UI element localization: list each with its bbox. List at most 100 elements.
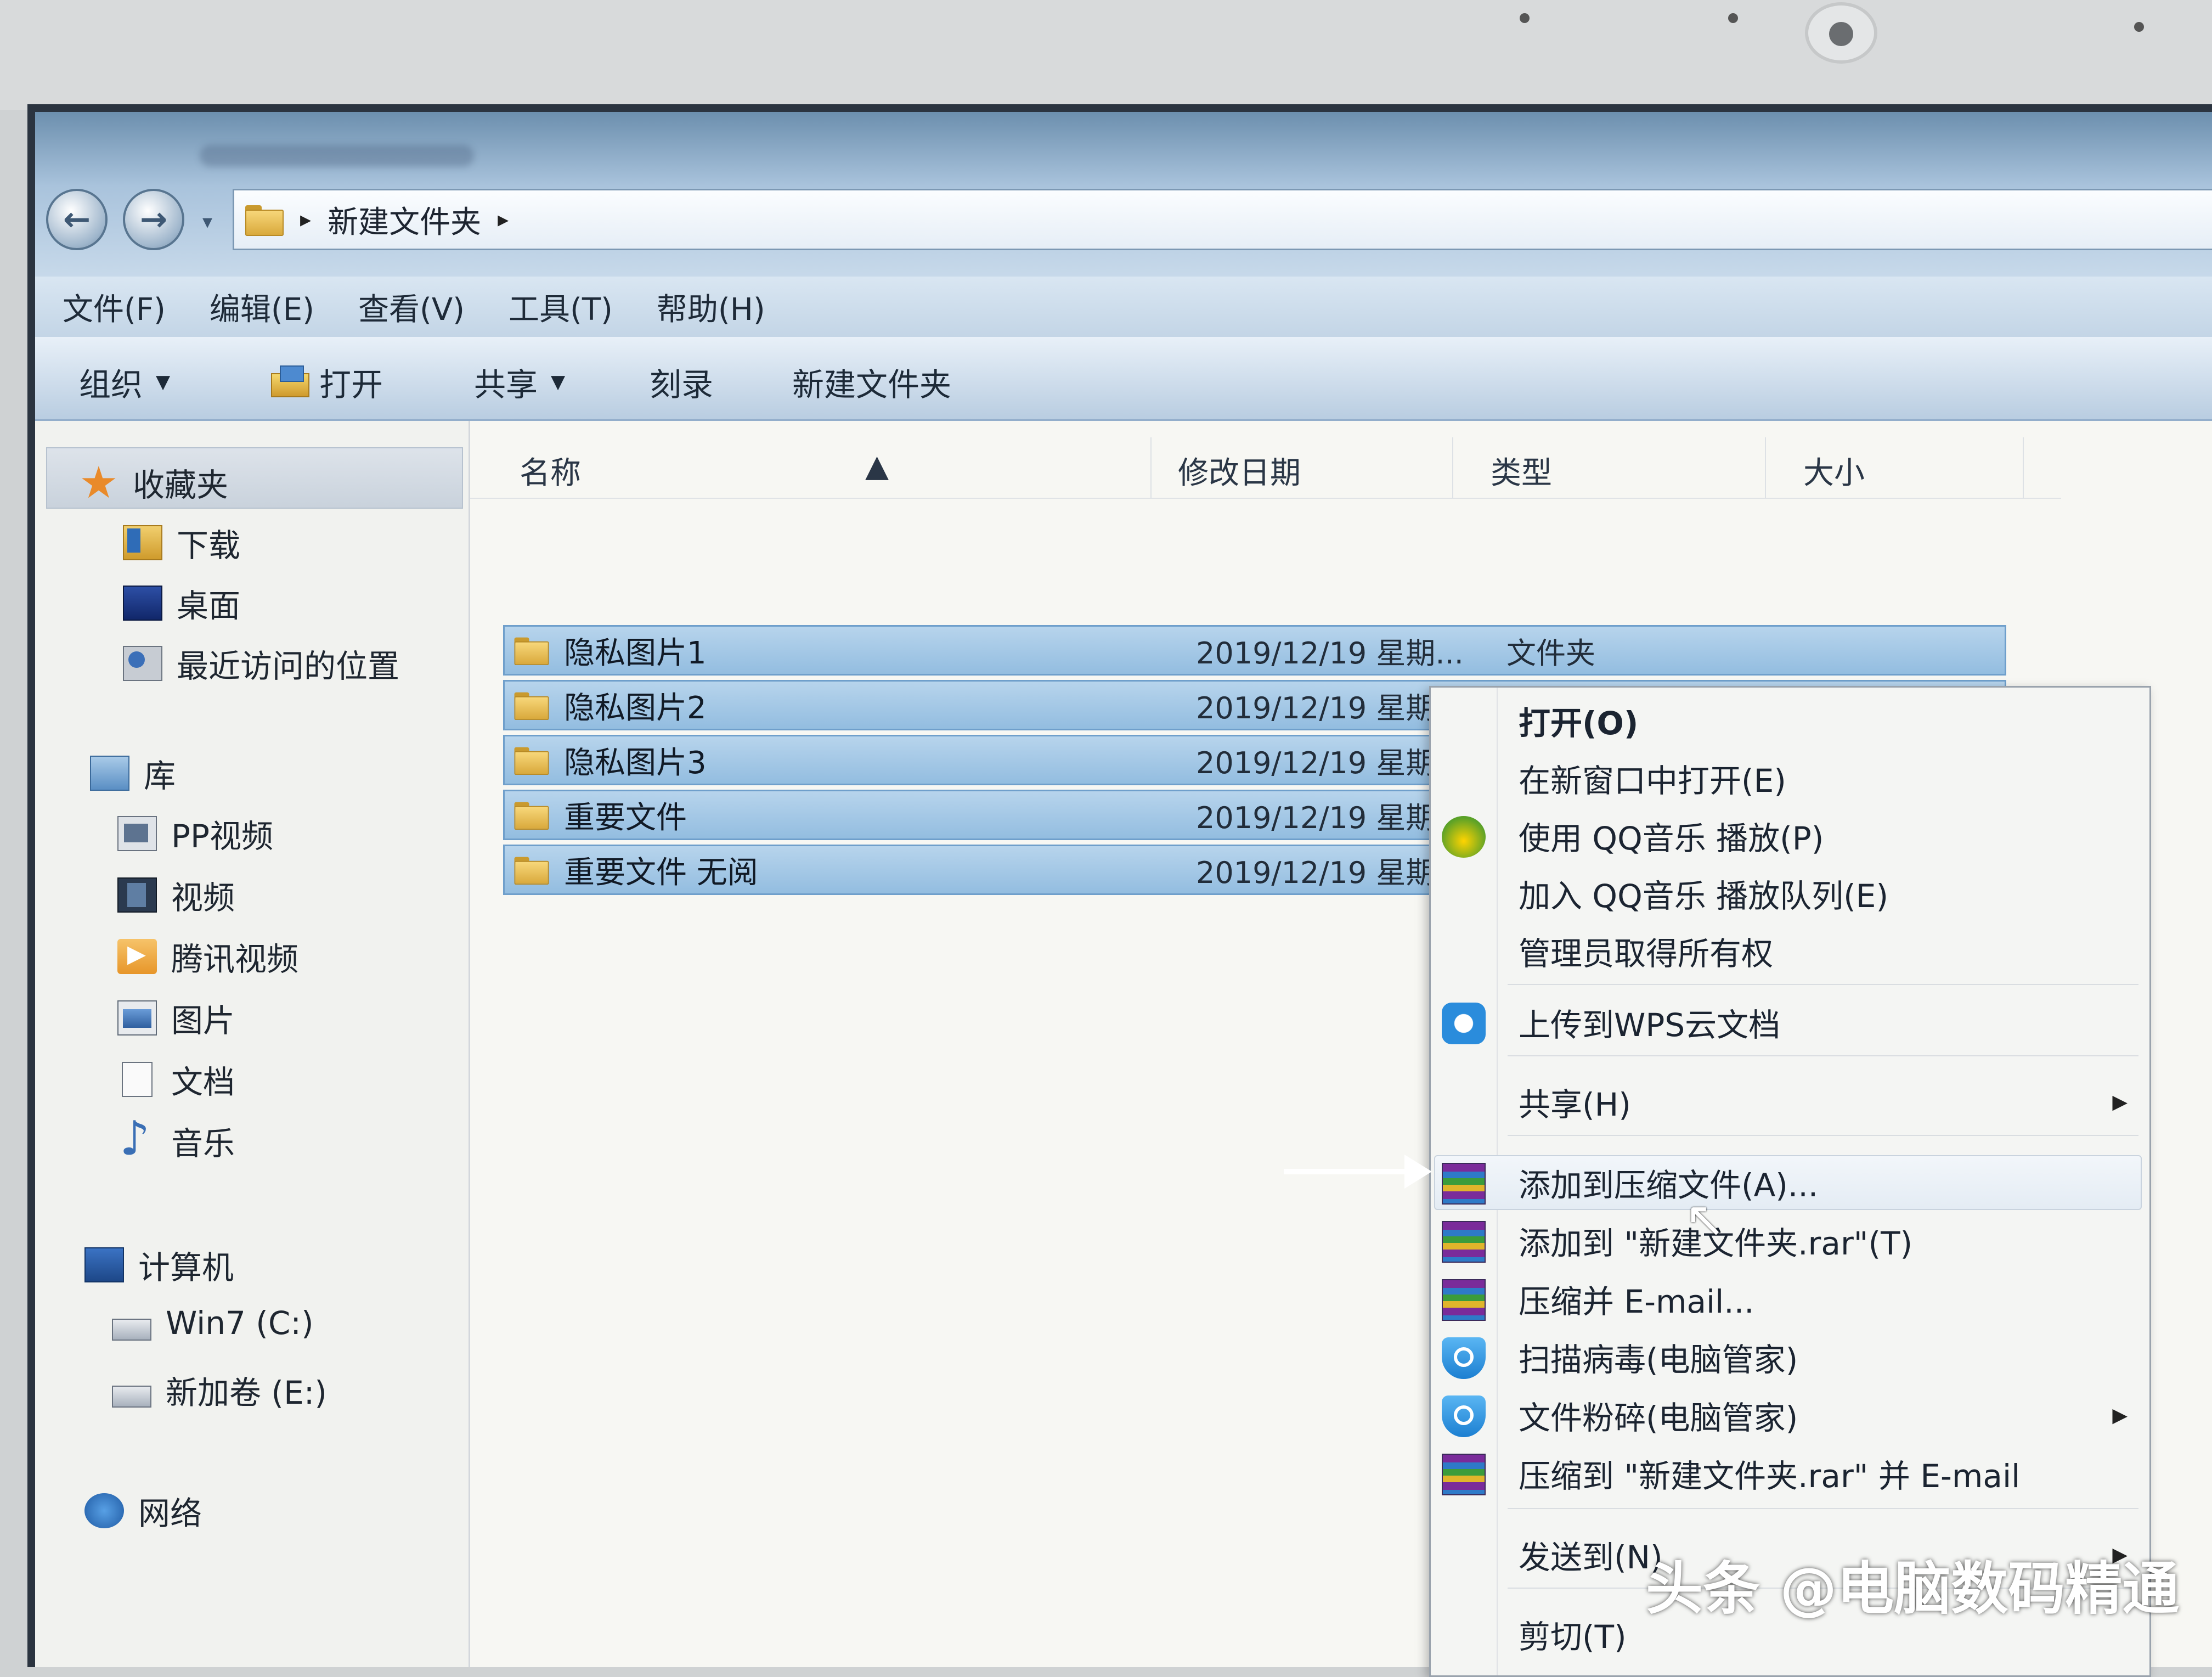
menu-item-qq-music-play[interactable]: 使用 QQ音乐 播放(P) bbox=[1431, 808, 2149, 863]
sidebar-item-drive-e[interactable]: 新加卷 (E:) bbox=[112, 1367, 327, 1413]
sidebar-favorites[interactable]: 收藏夹 bbox=[79, 457, 229, 508]
organize-button[interactable]: 组织 ▼ bbox=[79, 359, 170, 405]
video-icon bbox=[117, 877, 157, 913]
menu-item-open-new-window[interactable]: 在新窗口中打开(E) bbox=[1431, 751, 2149, 806]
sidebar-item-desktop[interactable]: 桌面 bbox=[123, 580, 240, 626]
sidebar-item-recent[interactable]: 最近访问的位置 bbox=[123, 640, 399, 686]
menu-item-qq-music-queue[interactable]: 加入 QQ音乐 播放队列(E) bbox=[1431, 866, 2149, 921]
menu-help[interactable]: 帮助(H) bbox=[657, 285, 765, 329]
drive-icon bbox=[112, 1386, 151, 1408]
menu-item-scan-virus[interactable]: 扫描病毒(电脑管家) bbox=[1431, 1330, 2149, 1385]
table-row[interactable]: 隐私图片1 2019/12/19 星期... 文件夹 bbox=[503, 625, 2006, 676]
menu-item-add-to-rar[interactable]: 添加到 "新建文件夹.rar"(T) bbox=[1431, 1213, 2149, 1268]
file-name: 隐私图片2 bbox=[564, 690, 707, 726]
context-menu: 打开(O) 在新窗口中打开(E) 使用 QQ音乐 播放(P) 加入 QQ音乐 播… bbox=[1429, 686, 2151, 1677]
open-label: 打开 bbox=[319, 366, 383, 403]
sidebar-item-tencent-video[interactable]: 腾讯视频 bbox=[117, 933, 298, 980]
sidebar-item-drive-c[interactable]: Win7 (C:) bbox=[112, 1304, 314, 1342]
chevron-right-icon[interactable]: ▸ bbox=[300, 207, 311, 232]
menu-item-label: 加入 QQ音乐 播放队列(E) bbox=[1519, 877, 1889, 915]
file-name: 重要文件 bbox=[564, 800, 687, 836]
column-divider[interactable] bbox=[1452, 437, 1453, 498]
sidebar-item-label: 新加卷 (E:) bbox=[166, 1374, 327, 1411]
menu-item-open[interactable]: 打开(O) bbox=[1431, 693, 2149, 748]
sidebar-item-label: 腾讯视频 bbox=[171, 941, 299, 978]
menu-separator bbox=[1508, 984, 2138, 985]
menu-item-compress-email[interactable]: 压缩并 E-mail... bbox=[1431, 1271, 2149, 1326]
menu-item-label: 使用 QQ音乐 播放(P) bbox=[1519, 820, 1824, 857]
sidebar-item-music[interactable]: 音乐 bbox=[117, 1111, 235, 1166]
sidebar-network[interactable]: 网络 bbox=[84, 1488, 202, 1534]
burn-button[interactable]: 刻录 bbox=[650, 359, 713, 405]
breadcrumb[interactable]: 新建文件夹 bbox=[328, 198, 481, 242]
caret-down-icon: ▼ bbox=[551, 371, 566, 393]
organize-label: 组织 bbox=[79, 366, 143, 403]
menu-bar: 文件(F) 编辑(E) 查看(V) 工具(T) 帮助(H) bbox=[35, 277, 2212, 337]
sidebar-item-label: 收藏夹 bbox=[133, 466, 229, 504]
submenu-arrow-icon: ▶ bbox=[2112, 1090, 2128, 1113]
menu-item-share[interactable]: 共享(H) ▶ bbox=[1431, 1074, 2149, 1129]
column-header-row: ▲ 名称 修改日期 类型 大小 bbox=[470, 421, 2061, 499]
wps-cloud-icon bbox=[1442, 1003, 1486, 1044]
column-header-name[interactable]: 名称 bbox=[520, 448, 581, 493]
pc-manager-shield-icon bbox=[1442, 1395, 1486, 1437]
sidebar-item-documents[interactable]: 文档 bbox=[117, 1056, 235, 1102]
forward-arrow-icon: → bbox=[139, 200, 168, 239]
column-header-modified[interactable]: 修改日期 bbox=[1178, 448, 1301, 493]
file-date: 2019/12/19 星期... bbox=[1196, 635, 1464, 671]
column-divider[interactable] bbox=[1765, 437, 1766, 498]
history-dropdown-icon[interactable]: ▾ bbox=[202, 211, 212, 233]
menu-separator bbox=[1508, 1135, 2138, 1136]
menu-item-label: 扫描病毒(电脑管家) bbox=[1519, 1341, 1798, 1378]
sidebar-item-label: 计算机 bbox=[138, 1249, 234, 1286]
back-button[interactable]: ← bbox=[46, 189, 108, 250]
menu-item-compress-rar-email[interactable]: 压缩到 "新建文件夹.rar" 并 E-mail bbox=[1431, 1446, 2149, 1501]
share-button[interactable]: 共享 ▼ bbox=[474, 359, 565, 405]
address-bar[interactable]: ▸ 新建文件夹 ▸ bbox=[233, 189, 2212, 250]
file-type: 文件夹 bbox=[1506, 635, 1595, 671]
menu-item-label: 添加到压缩文件(A)... bbox=[1519, 1167, 1819, 1204]
menu-tools[interactable]: 工具(T) bbox=[509, 285, 613, 329]
file-date: 2019/12/19 星期... bbox=[1196, 745, 1464, 780]
forward-button[interactable]: → bbox=[123, 189, 184, 250]
file-name: 隐私图片1 bbox=[564, 635, 707, 671]
menu-item-add-to-archive[interactable]: 添加到压缩文件(A)... bbox=[1431, 1155, 2149, 1210]
title-bar: ← → ▾ ▸ 新建文件夹 ▸ bbox=[35, 112, 2212, 277]
column-divider[interactable] bbox=[1150, 437, 1152, 498]
caret-down-icon: ▼ bbox=[156, 371, 171, 393]
submenu-arrow-icon: ▶ bbox=[2112, 1404, 2128, 1427]
winrar-icon bbox=[1442, 1221, 1486, 1263]
sidebar-item-pp-video[interactable]: PP视频 bbox=[117, 811, 273, 857]
sidebar-libraries[interactable]: 库 bbox=[90, 750, 176, 796]
folder-icon bbox=[514, 855, 549, 885]
downloads-folder-icon bbox=[123, 525, 162, 560]
qq-music-icon bbox=[1442, 816, 1486, 858]
menu-view[interactable]: 查看(V) bbox=[358, 285, 465, 329]
menu-item-wps-upload[interactable]: 上传到WPS云文档 bbox=[1431, 995, 2149, 1050]
column-header-type[interactable]: 类型 bbox=[1491, 448, 1552, 493]
menu-item-shred[interactable]: 文件粉碎(电脑管家) ▶ bbox=[1431, 1388, 2149, 1443]
menu-file[interactable]: 文件(F) bbox=[63, 285, 166, 329]
open-button[interactable]: 打开 bbox=[271, 359, 383, 405]
column-divider[interactable] bbox=[2023, 437, 2024, 498]
sidebar-item-downloads[interactable]: 下载 bbox=[123, 520, 240, 566]
sidebar-item-label: 库 bbox=[144, 757, 176, 795]
drive-icon bbox=[112, 1319, 151, 1341]
sidebar-item-pictures[interactable]: 图片 bbox=[117, 995, 235, 1041]
new-folder-label: 新建文件夹 bbox=[792, 366, 952, 403]
column-header-size[interactable]: 大小 bbox=[1803, 448, 1865, 493]
chevron-right-icon[interactable]: ▸ bbox=[498, 207, 509, 232]
menu-edit[interactable]: 编辑(E) bbox=[210, 285, 314, 329]
desktop-icon bbox=[123, 586, 162, 621]
pictures-icon bbox=[117, 1000, 157, 1036]
sidebar-item-videos[interactable]: 视频 bbox=[117, 872, 235, 918]
music-note-icon bbox=[117, 1111, 157, 1166]
webcam bbox=[1805, 2, 1877, 64]
menu-item-label: 上传到WPS云文档 bbox=[1519, 1006, 1781, 1044]
library-icon bbox=[90, 756, 129, 791]
menu-item-take-ownership[interactable]: 管理员取得所有权 bbox=[1431, 924, 2149, 978]
file-name: 重要文件 无阅 bbox=[564, 854, 758, 891]
sidebar-item-label: PP视频 bbox=[171, 818, 273, 855]
sidebar-computer[interactable]: 计算机 bbox=[84, 1242, 234, 1288]
new-folder-button[interactable]: 新建文件夹 bbox=[792, 359, 951, 405]
